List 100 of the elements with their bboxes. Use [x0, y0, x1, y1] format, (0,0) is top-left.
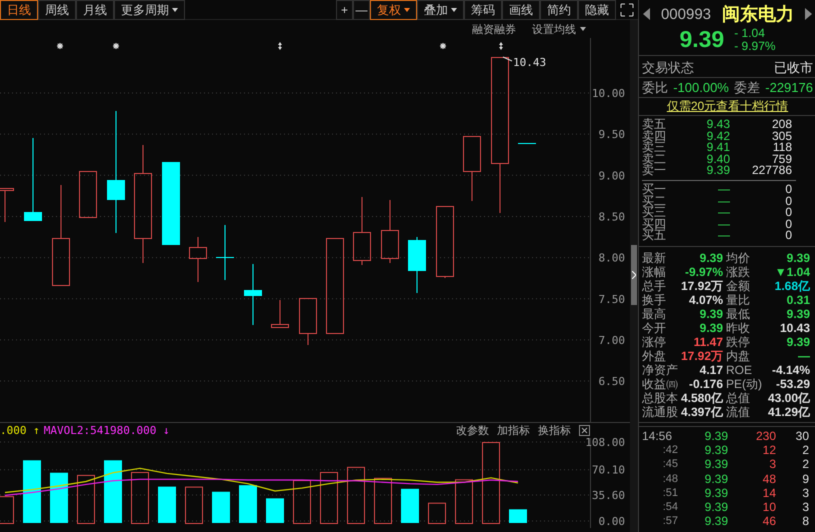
stat-value: 4.07%: [688, 292, 723, 307]
asterisk-icon: [56, 42, 64, 50]
axis-label: 6.50: [598, 375, 625, 388]
order-label: 卖五: [642, 119, 667, 131]
status-label: 交易状态: [642, 58, 694, 76]
candlestick: [463, 136, 481, 202]
trade-time: :54: [662, 500, 679, 514]
volume-bar: [158, 486, 176, 523]
upgrade-link[interactable]: 仅需20元查看十档行情: [666, 98, 788, 115]
stock-code: 000993: [660, 6, 712, 22]
order-price: —: [717, 230, 730, 242]
indicator-action[interactable]: 加指标: [497, 423, 530, 438]
caret-icon: [580, 27, 586, 31]
field-value: -229176: [765, 80, 813, 95]
stat-value: 4.397亿: [680, 404, 723, 419]
volume-bar: [428, 502, 446, 524]
toolbar-button[interactable]: 复权: [370, 0, 417, 20]
stat-label: 最新: [642, 250, 667, 265]
trade-time: :48: [662, 472, 679, 486]
indicator-action[interactable]: 改参数: [456, 423, 489, 438]
period-tab[interactable]: 日线: [0, 0, 38, 20]
toolbar-button[interactable]: 筹码: [464, 0, 502, 20]
period-tab[interactable]: 月线: [76, 0, 114, 20]
close-icon[interactable]: [579, 425, 590, 436]
stat-label: 换手: [642, 292, 667, 307]
caret-icon: [172, 8, 178, 12]
stat-value: -9.97%: [684, 264, 723, 279]
volume-bar: [401, 488, 419, 523]
axis-label: 0.00: [598, 515, 625, 528]
field-label: 委差: [734, 78, 760, 96]
trade-price: 9.39: [704, 514, 728, 528]
stock-name: 闽东电力: [722, 3, 794, 26]
last-price: 9.39: [679, 26, 724, 53]
updown-arrow-icon: [278, 42, 282, 50]
asterisk-icon: [439, 42, 447, 50]
stat-label: 净资产: [642, 362, 678, 377]
toolbar-button[interactable]: 隐藏: [578, 0, 616, 20]
toolbar-button[interactable]: —: [353, 0, 370, 20]
axis-label: 9.50: [598, 128, 625, 142]
stat-label: 收益㈣: [642, 376, 678, 391]
volume-bar: [374, 478, 392, 524]
trade-price: 9.39: [704, 428, 728, 444]
trade-volume: 10: [762, 500, 776, 514]
stat-value: 17.92万: [680, 278, 723, 293]
axis-label: 8.00: [598, 252, 625, 265]
axis-label: 9.00: [598, 169, 625, 182]
stat-value: 41.29亿: [768, 404, 810, 419]
stat-value: 17.92万: [680, 348, 723, 363]
volume-bar: [455, 479, 473, 524]
stat-value: 9.39: [786, 334, 810, 349]
order-label: 买三: [642, 207, 667, 219]
volume-bar: [320, 472, 338, 524]
chevron-right-icon: [632, 271, 636, 279]
axis-label: 35.60: [592, 488, 625, 502]
caret-icon: [404, 8, 410, 12]
period-tab[interactable]: 更多周期: [114, 0, 185, 20]
stat-label: 总手: [642, 278, 667, 293]
order-label: 买四: [642, 218, 667, 230]
order-label: 卖四: [642, 130, 667, 142]
chart-option[interactable]: 融资融券: [472, 22, 516, 36]
order-volume: 0: [784, 196, 792, 208]
indicator-value: MAVOL2:541980.000 ↓: [44, 424, 170, 437]
trade-count: 30: [794, 428, 809, 444]
trade-price: 9.39: [704, 500, 728, 514]
toolbar-button[interactable]: 画线: [502, 0, 540, 20]
trade-count: 2: [801, 443, 809, 458]
stat-value: -0.176: [688, 376, 723, 391]
order-label: 买二: [642, 196, 667, 208]
indicator-action[interactable]: 换指标: [538, 423, 571, 438]
order-volume: 227786: [750, 165, 792, 177]
order-label: 卖一: [642, 165, 667, 177]
stat-value: —: [798, 348, 810, 363]
previous-icon[interactable]: [643, 8, 650, 20]
stat-value: ▼1.04: [774, 264, 810, 279]
stat-label: 流值: [726, 404, 751, 419]
field-label: 委比: [642, 78, 668, 96]
scroll-handle[interactable]: [631, 245, 637, 305]
order-label: 买一: [642, 184, 667, 196]
candlestick: [381, 200, 399, 264]
volume-bar: [293, 480, 311, 524]
period-tab[interactable]: 周线: [38, 0, 76, 20]
toolbar-button[interactable]: 简约: [540, 0, 578, 20]
toolbar-button[interactable]: +: [336, 0, 353, 20]
stat-label: 流通股: [642, 404, 678, 419]
toolbar-button[interactable]: 叠加: [417, 0, 464, 20]
stat-label: 外盘: [642, 348, 667, 363]
order-volume: 208: [770, 119, 792, 131]
order-price: —: [717, 184, 730, 196]
stat-value: 11.47: [694, 334, 723, 349]
candlestick: [79, 170, 97, 218]
next-icon[interactable]: [804, 8, 812, 20]
candlestick: [299, 298, 317, 346]
stat-label: 金额: [726, 278, 751, 293]
volume-bar: [239, 485, 257, 523]
stat-value: 9.39: [700, 320, 723, 335]
stat-label: 涨幅: [642, 264, 667, 279]
stat-value: 9.39: [786, 306, 810, 321]
order-label: 卖二: [642, 154, 667, 166]
candlestick: [244, 264, 262, 326]
chart-option[interactable]: 设置均线: [532, 22, 586, 36]
